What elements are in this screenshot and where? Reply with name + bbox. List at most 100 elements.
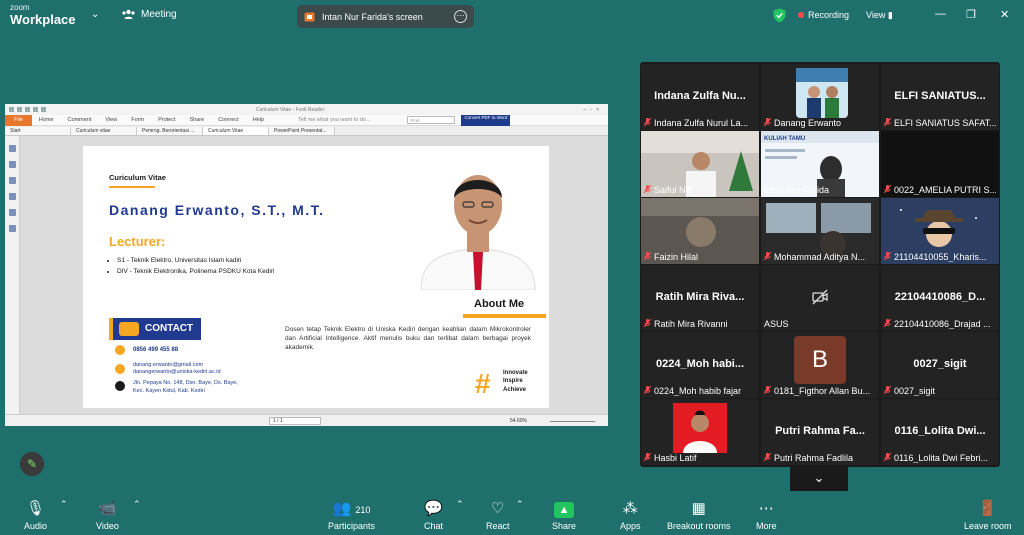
brand-small: zoom: [10, 3, 30, 12]
react-button[interactable]: ♡ React: [486, 499, 510, 531]
chat-options-chevron-icon[interactable]: ⌃: [456, 499, 464, 510]
tab-curiculum-vitae-active[interactable]: Curiculum Vitae: [203, 127, 269, 135]
reader-side-panel: [5, 136, 20, 414]
more-options-icon[interactable]: ⋯: [454, 10, 467, 23]
leave-room-icon: 🚪: [978, 500, 998, 517]
layers-icon[interactable]: [8, 177, 16, 184]
audio-options-chevron-icon[interactable]: ⌃: [60, 499, 68, 510]
zoom-logo[interactable]: zoom Workplace: [10, 3, 76, 27]
participant-tile[interactable]: 0116_Lolita Dwi... 0116_Lolita Dwi Febri.…: [881, 399, 999, 465]
participant-tile[interactable]: KULIAH TAMU Intan Nur Farida: [761, 131, 879, 197]
recording-dot-icon: [798, 12, 804, 18]
page-indicator[interactable]: 1 / 1: [269, 417, 321, 425]
menu-home[interactable]: Home: [32, 117, 61, 123]
reader-window-controls[interactable]: –▫×: [584, 107, 603, 113]
participant-tile[interactable]: Hasbi Latif: [641, 399, 759, 465]
screen-share-indicator[interactable]: Intan Nur Farida's screen ⋯: [297, 5, 474, 28]
more-button[interactable]: ⋯ More: [756, 499, 777, 531]
meeting-info-button[interactable]: Meeting: [122, 9, 177, 20]
participant-tile[interactable]: Faizin Hilal: [641, 198, 759, 264]
participant-display-name: 22104410086_D...: [894, 291, 986, 303]
menu-view[interactable]: View: [98, 117, 124, 123]
participant-tile[interactable]: ASUS: [761, 265, 879, 331]
menu-comment[interactable]: Comment: [61, 117, 99, 123]
participant-tile[interactable]: Danang Erwanto: [761, 64, 879, 130]
video-options-chevron-icon[interactable]: ⌃: [133, 499, 141, 510]
video-label: Video: [96, 521, 119, 531]
participant-name-label: 21104410055_Kharis...: [884, 252, 996, 262]
participant-tile[interactable]: Putri Rahma Fa... Putri Rahma Fadlila: [761, 399, 879, 465]
participant-tile[interactable]: 0022_AMELIA PUTRI S...: [881, 131, 999, 197]
chat-button[interactable]: 💬 Chat: [424, 499, 443, 531]
zoom-slider[interactable]: [550, 421, 595, 422]
meeting-icon: [122, 9, 135, 19]
participant-name-label: Ratih Mira Rivanni: [644, 319, 756, 329]
shared-screen[interactable]: Curiculum Vitae - Foxit Reader –▫× File …: [5, 104, 608, 426]
breakout-rooms-button[interactable]: ▦ Breakout rooms: [667, 499, 731, 531]
participant-name: 0027_sigit: [894, 386, 936, 396]
find-input[interactable]: Find: [407, 116, 456, 124]
share-button[interactable]: ▲ Share: [552, 499, 576, 531]
participant-tile[interactable]: 0224_Moh habi... 0224_Moh habib fajar: [641, 332, 759, 398]
audio-button[interactable]: 🎙 Audio: [24, 499, 47, 531]
participant-tile[interactable]: Indana Zulfa Nu... Indana Zulfa Nurul La.…: [641, 64, 759, 130]
bookmark-icon[interactable]: [8, 145, 16, 152]
leave-room-button[interactable]: 🚪 Leave room: [964, 499, 1012, 531]
participant-tile[interactable]: 22104410086_D... 22104410086_Drajad ...: [881, 265, 999, 331]
participant-tile[interactable]: B 0181_Figthor Allan Bu...: [761, 332, 879, 398]
close-icon[interactable]: ✕: [1000, 8, 1009, 21]
annotate-pencil-icon[interactable]: ✎: [20, 452, 44, 476]
participant-name: Saiful NB: [654, 185, 692, 195]
shield-icon[interactable]: [773, 8, 786, 23]
menu-help[interactable]: Help: [246, 117, 271, 123]
participant-tile[interactable]: ELFI SANIATUS... ELFI SANIATUS SAFAT...: [881, 64, 999, 130]
participant-name-label: ASUS: [764, 319, 876, 329]
participants-label: Participants: [328, 521, 376, 531]
participants-icon: 👥 210: [332, 500, 371, 517]
quick-access-icons[interactable]: [9, 107, 46, 112]
participant-name-label: Danang Erwanto: [764, 118, 876, 128]
participant-name: Hasbi Latif: [654, 453, 697, 463]
mic-muted-icon: [764, 386, 771, 396]
participant-tile[interactable]: Mohammad Aditya N...: [761, 198, 879, 264]
menu-protect[interactable]: Protect: [151, 117, 182, 123]
convert-pdf-button[interactable]: Convert PDF to Word: [461, 114, 511, 126]
participant-display-name: 0224_Moh habi...: [655, 358, 745, 370]
tab-powerpoint[interactable]: PowerPoint Presentat...: [269, 127, 335, 135]
minimize-icon[interactable]: —: [935, 8, 946, 20]
view-button[interactable]: View ▮: [866, 10, 893, 21]
participant-display-name: Indana Zulfa Nu...: [654, 90, 746, 102]
gallery-scroll-down-icon[interactable]: ⌄: [790, 466, 848, 491]
meeting-toolbar: 🎙 Audio ⌃ 📹 Video ⌃ 👥 210 Participants 💬…: [0, 496, 1024, 535]
pages-icon[interactable]: [8, 161, 16, 168]
tab-start[interactable]: Start: [5, 127, 71, 135]
participant-tile[interactable]: 0027_sigit 0027_sigit: [881, 332, 999, 398]
participant-tile[interactable]: Ratih Mira Riva... Ratih Mira Rivanni: [641, 265, 759, 331]
apps-button[interactable]: ⁂ Apps: [620, 499, 641, 531]
more-label: More: [756, 521, 777, 531]
tell-me-input[interactable]: Tell me what you want to do...: [291, 117, 377, 123]
cv-email-2: danangerwanto@uniska-kediri.ac.id: [133, 369, 221, 375]
share-label: Intan Nur Farida's screen: [322, 11, 423, 22]
participants-button[interactable]: 👥 210 Participants: [328, 499, 375, 531]
chevron-down-icon[interactable]: ⌄: [91, 9, 99, 20]
tab-pemrog[interactable]: Pemrog. Berorientasi ...: [137, 127, 203, 135]
menu-form[interactable]: Form: [124, 117, 151, 123]
attachments-icon[interactable]: [8, 209, 16, 216]
tab-curiculum-vitae-1[interactable]: Curiculum vitae: [71, 127, 137, 135]
participant-tile[interactable]: Saiful NB: [641, 131, 759, 197]
video-button[interactable]: 📹 Video: [96, 499, 119, 531]
zoom-level[interactable]: 54.60%: [510, 418, 527, 424]
mic-muted-icon: [884, 319, 891, 329]
react-options-chevron-icon[interactable]: ⌃: [516, 499, 524, 510]
participant-tile[interactable]: 21104410055_Kharis...: [881, 198, 999, 264]
menu-connect[interactable]: Connect: [211, 117, 246, 123]
security-icon[interactable]: [8, 225, 16, 232]
menu-share[interactable]: Share: [183, 117, 212, 123]
recording-indicator[interactable]: Recording: [798, 10, 849, 20]
comments-icon[interactable]: [8, 193, 16, 200]
top-bar: zoom Workplace ⌄ Meeting Intan Nur Farid…: [0, 0, 1024, 32]
restore-icon[interactable]: ❐: [966, 8, 976, 21]
participant-name: 21104410055_Kharis...: [894, 252, 987, 262]
menu-file[interactable]: File: [5, 114, 32, 126]
